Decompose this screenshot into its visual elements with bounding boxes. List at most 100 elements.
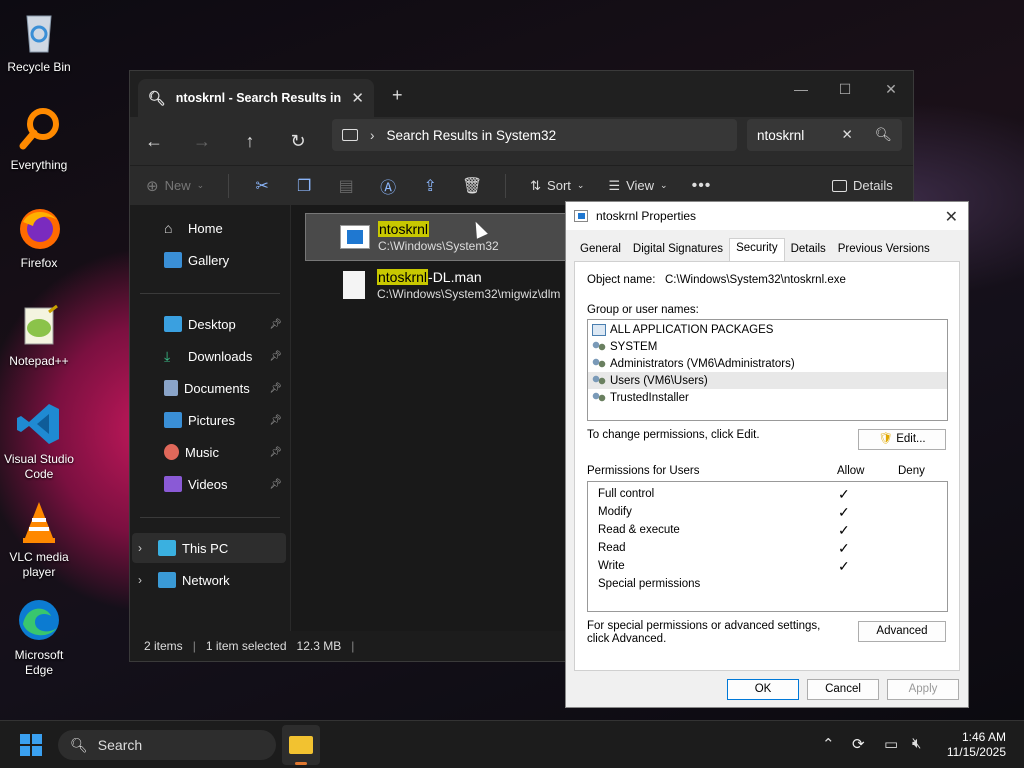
desktop-icon-firefox[interactable]: Firefox (0, 204, 78, 271)
list-item[interactable]: SYSTEM (588, 338, 947, 355)
object-name-label: Object name: (587, 274, 656, 286)
taskbar-search[interactable]: 🔍︎ Search (58, 730, 276, 760)
advanced-button[interactable]: Advanced (858, 621, 946, 642)
up-button[interactable]: ↑ (226, 131, 274, 152)
sidebar-item-label: Pictures (188, 412, 235, 428)
pin-icon[interactable]: 📌︎ (269, 415, 282, 426)
minimize-button[interactable]: — (786, 81, 816, 97)
sidebar-item-documents[interactable]: Documents 📌︎ (138, 373, 288, 403)
pin-icon[interactable]: 📌︎ (269, 383, 282, 394)
desktop-icon-everything[interactable]: Everything (0, 106, 78, 173)
list-item[interactable]: Administrators (VM6\Administrators) (588, 355, 947, 372)
new-button[interactable]: ⊕ New ⌄ (146, 177, 204, 195)
close-button[interactable]: ✕ (876, 81, 906, 98)
list-item[interactable]: ALL APPLICATION PACKAGES (588, 321, 947, 338)
breadcrumb[interactable]: Search Results in System32 (387, 128, 557, 143)
copy-icon: ❐ (296, 177, 312, 195)
back-button[interactable]: ← (130, 131, 178, 152)
details-pane-button[interactable]: Details (832, 178, 893, 193)
sidebar-item-network[interactable]: › Network (132, 565, 282, 595)
everything-search-icon (15, 106, 63, 154)
sidebar-item-home[interactable]: ⌂ Home (138, 213, 288, 243)
sidebar-item-this-pc[interactable]: › This PC (132, 533, 286, 563)
search-icon[interactable]: 🔍︎ (875, 127, 892, 143)
folder-icon (289, 736, 313, 754)
desktop-icon-notepad-plus-plus[interactable]: Notepad++ (0, 302, 78, 369)
pin-icon[interactable]: 📌︎ (269, 319, 282, 330)
desktop-icon-label: Recycle Bin (7, 60, 71, 74)
sidebar-item-music[interactable]: Music 📌︎ (138, 437, 288, 467)
pictures-icon (164, 412, 182, 428)
new-label: New (164, 178, 191, 193)
tab-search-results[interactable]: 🔍︎ ntoskrnl - Search Results in Sy ✕ (138, 79, 374, 117)
chevron-right-icon[interactable]: › (138, 541, 142, 555)
tab-previous-versions[interactable]: Previous Versions (832, 240, 936, 261)
desktop-icon-recycle-bin[interactable]: Recycle Bin (0, 8, 78, 75)
cut-button[interactable]: ✂ (253, 177, 271, 195)
active-indicator (295, 762, 307, 765)
desktop-icon-edge[interactable]: Microsoft Edge (0, 596, 78, 678)
display-icon[interactable]: ▭ (884, 735, 898, 753)
desktop-icon-vscode[interactable]: Visual Studio Code (0, 400, 78, 482)
ok-button[interactable]: OK (727, 679, 799, 700)
refresh-button[interactable]: ↻ (274, 131, 322, 152)
forward-button[interactable]: → (178, 131, 226, 152)
chevron-down-icon: ⌄ (196, 180, 205, 190)
list-item[interactable]: TrustedInstaller (588, 389, 947, 406)
edge-icon (15, 596, 63, 644)
tab-digital-signatures[interactable]: Digital Signatures (627, 240, 729, 261)
sync-icon[interactable]: ⟳ (852, 735, 865, 753)
sidebar-item-label: Music (185, 444, 219, 460)
paste-button[interactable]: ▤ (337, 177, 355, 195)
close-tab-icon[interactable]: ✕ (351, 89, 364, 107)
chevron-up-icon[interactable]: ⌃ (822, 735, 835, 753)
permissions-label: Permissions for Users (587, 465, 700, 477)
pin-icon[interactable]: 📌︎ (269, 447, 282, 458)
pin-icon[interactable]: 📌︎ (269, 351, 282, 362)
view-button[interactable]: ☰ View ⌄ (608, 178, 667, 194)
list-item[interactable]: Users (VM6\Users) (588, 372, 947, 389)
maximize-button[interactable]: ☐ (830, 81, 860, 98)
desktop-icon-vlc[interactable]: VLC media player (0, 498, 78, 580)
cancel-button[interactable]: Cancel (807, 679, 879, 700)
apply-button[interactable]: Apply (887, 679, 959, 700)
delete-button[interactable]: 🗑︎ (462, 177, 482, 195)
groups-label: Group or user names: (587, 304, 699, 316)
sidebar-item-pictures[interactable]: Pictures 📌︎ (138, 405, 288, 435)
system-clock[interactable]: 1:46 AM 11/15/2025 (947, 730, 1006, 760)
gallery-icon (164, 252, 182, 268)
tab-security[interactable]: Security (729, 238, 785, 261)
tab-general[interactable]: General (574, 240, 627, 261)
search-input[interactable]: ntoskrnl (757, 128, 842, 143)
share-button[interactable]: ⇪ (421, 177, 439, 195)
sidebar-item-gallery[interactable]: Gallery (138, 245, 288, 275)
new-tab-button[interactable]: + (392, 85, 403, 106)
clear-search-icon[interactable]: ✕ (842, 127, 853, 143)
videos-icon (164, 476, 182, 492)
volume-muted-icon[interactable]: 🔇︎ (912, 735, 921, 752)
dialog-close-button[interactable]: ✕ (945, 207, 958, 227)
edit-button[interactable]: 🛡︎ Edit... (858, 429, 946, 450)
start-button[interactable] (20, 734, 42, 756)
more-options-button[interactable]: ••• (692, 177, 712, 195)
file-name-rest: -DL.man (428, 269, 482, 285)
object-name-value: C:\Windows\System32\ntoskrnl.exe (665, 274, 846, 286)
shield-icon: 🛡︎ (878, 433, 893, 445)
selection-size: 12.3 MB (296, 639, 342, 653)
chevron-right-icon[interactable]: › (138, 573, 142, 587)
taskbar-file-explorer[interactable] (282, 725, 320, 765)
tab-details[interactable]: Details (785, 240, 832, 261)
sidebar-item-videos[interactable]: Videos 📌︎ (138, 469, 288, 499)
pin-icon[interactable]: 📌︎ (269, 479, 282, 490)
sort-button[interactable]: ⇅ Sort ⌄ (530, 178, 584, 194)
search-box[interactable]: ntoskrnl ✕ 🔍︎ (747, 119, 902, 151)
view-icon: ☰ (608, 177, 621, 193)
copy-button[interactable]: ❐ (295, 177, 313, 195)
permission-name: Read (598, 542, 626, 554)
sidebar-item-desktop[interactable]: Desktop 📌︎ (138, 309, 288, 339)
address-bar[interactable]: › Search Results in System32 (332, 119, 737, 151)
group-user-list[interactable]: ALL APPLICATION PACKAGES SYSTEM Administ… (587, 319, 948, 421)
downloads-icon: ⤓ (164, 348, 171, 364)
sidebar-item-downloads[interactable]: ⤓ Downloads 📌︎ (138, 341, 288, 371)
rename-button[interactable]: Ⓐ (379, 177, 397, 197)
